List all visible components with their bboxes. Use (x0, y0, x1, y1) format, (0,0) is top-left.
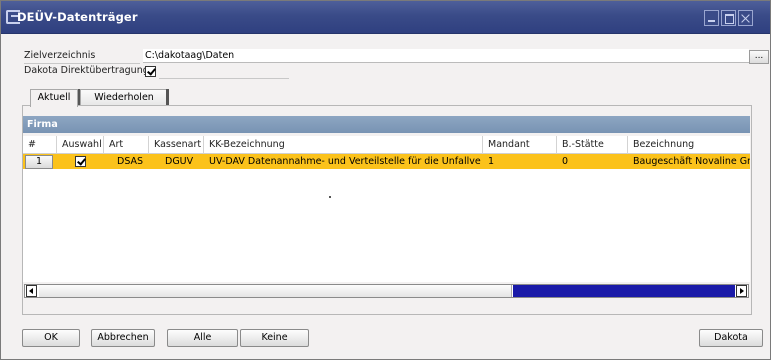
column-header-art[interactable]: Art (104, 136, 149, 154)
maximize-icon[interactable] (721, 10, 736, 26)
cell-mandant: 1 (488, 156, 495, 167)
cell-art: DSAS (117, 156, 144, 167)
table-row[interactable]: 1 DSAS DGUV UV-DAV Datenannahme- und Ver… (23, 154, 750, 169)
minimize-icon[interactable] (704, 10, 719, 26)
dakota-button[interactable]: Dakota (699, 329, 763, 347)
column-header-row: # Auswahl Art Kassenart KK-Bezeichnung M… (23, 136, 750, 154)
label-underline (24, 63, 140, 64)
scrollbar-thumb[interactable] (39, 285, 512, 297)
title-bar[interactable]: DEÜV-Datenträger (1, 1, 770, 34)
close-icon[interactable] (738, 10, 753, 26)
zielverzeichnis-label: Zielverzeichnis (24, 50, 96, 61)
alle-button[interactable]: Alle (167, 329, 238, 347)
checkbox-underline (159, 78, 289, 79)
scroll-left-icon[interactable] (26, 285, 37, 297)
ok-button[interactable]: OK (22, 329, 80, 347)
tab-aktuell[interactable]: Aktuell (30, 89, 78, 107)
scrollbar-track[interactable] (513, 285, 735, 297)
cell-kk-bezeichnung: UV-DAV Datenannahme- und Verteilstelle f… (209, 156, 481, 167)
cell-kassenart: DGUV (165, 156, 194, 167)
zielverzeichnis-input[interactable]: C:\dakotaag\Daten (143, 49, 749, 63)
grid-title: Firma (23, 116, 750, 133)
column-header-mandant[interactable]: Mandant (483, 136, 557, 154)
direktuebertragung-checkbox[interactable] (145, 66, 156, 77)
horizontal-scrollbar[interactable] (24, 284, 749, 298)
deuev-datentraeger-window: DEÜV-Datenträger Zielverzeichnis C:\dako… (0, 0, 771, 360)
column-header-number[interactable]: # (23, 136, 57, 154)
tab-separator (166, 89, 169, 106)
scroll-right-icon[interactable] (736, 285, 747, 297)
row-auswahl-checkbox[interactable] (75, 156, 86, 167)
row-number[interactable]: 1 (25, 155, 53, 169)
column-header-auswahl[interactable]: Auswahl (57, 136, 104, 154)
abbrechen-button[interactable]: Abbrechen (91, 329, 155, 347)
column-header-kassenart[interactable]: Kassenart (149, 136, 204, 154)
column-header-bezeichnung[interactable]: Bezeichnung (628, 136, 750, 154)
column-header-kk-bezeichnung[interactable]: KK-Bezeichnung (204, 136, 483, 154)
grid-empty-area (23, 169, 750, 282)
keine-button[interactable]: Keine (240, 329, 309, 347)
tab-wiederholen[interactable]: Wiederholen (80, 89, 168, 106)
cell-bezeichnung: Baugeschäft Novaline GmbH (633, 156, 750, 167)
window-title: DEÜV-Datenträger (17, 10, 138, 24)
cell-b-staette: 0 (562, 156, 569, 167)
browse-button[interactable]: ... (749, 50, 769, 64)
column-header-b-staette[interactable]: B.-Stätte (557, 136, 628, 154)
direktuebertragung-label: Dakota Direktübertragung (24, 65, 149, 76)
stray-dot (329, 196, 331, 198)
